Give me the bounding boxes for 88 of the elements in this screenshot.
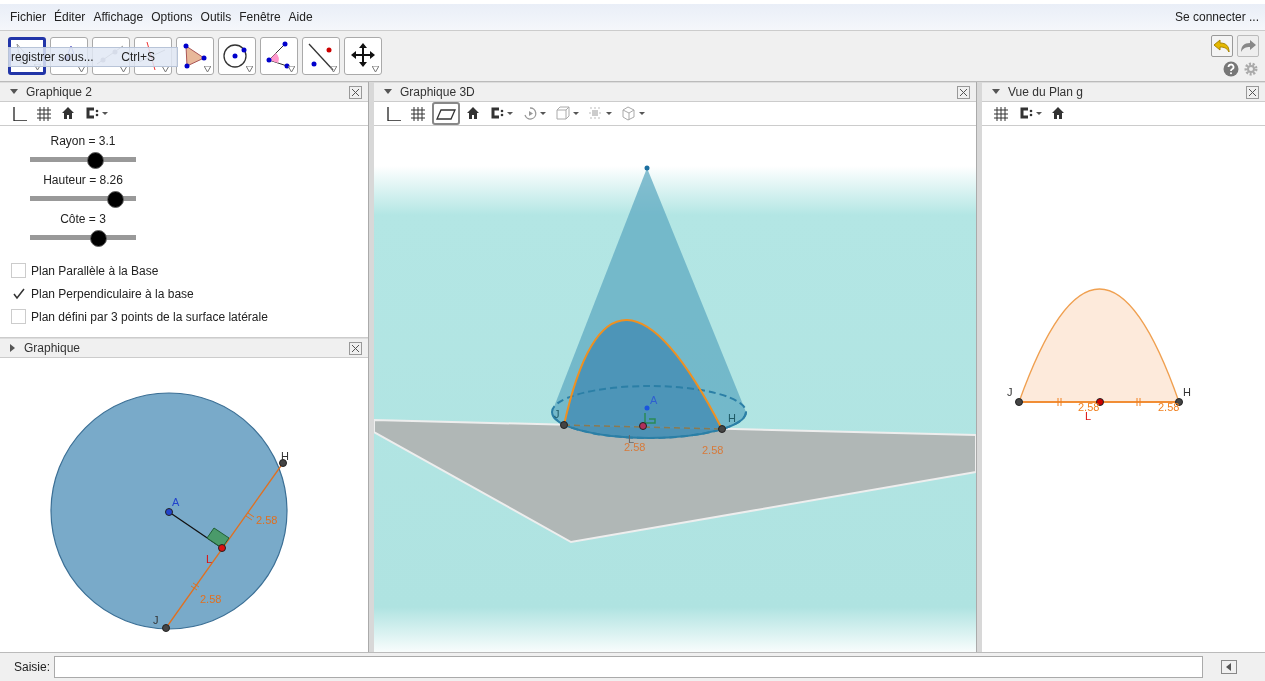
- redo-button[interactable]: [1237, 35, 1259, 57]
- panel-title: Graphique 2: [26, 85, 94, 99]
- tooltip-text: registrer sous...: [11, 50, 94, 64]
- panel-title: Graphique 3D: [400, 85, 476, 99]
- plane-icon[interactable]: [432, 102, 460, 125]
- tool-button[interactable]: [344, 37, 382, 75]
- point-label: J: [1007, 386, 1013, 398]
- triangle-icon: [10, 89, 18, 95]
- checkbox[interactable]: [11, 263, 26, 278]
- keyboard-button[interactable]: [1221, 660, 1237, 674]
- slider-label: Hauteur = 8.26: [43, 173, 123, 187]
- input-field[interactable]: [54, 656, 1203, 678]
- point: [279, 459, 287, 467]
- point-label: J: [153, 614, 159, 626]
- point: [162, 624, 170, 632]
- caret-icon: [246, 66, 253, 72]
- menu-item[interactable]: Aide: [287, 10, 314, 24]
- toggle-button[interactable]: [992, 89, 1000, 95]
- login-link[interactable]: Se connecter ...: [1174, 10, 1265, 24]
- input-label: Saisie:: [14, 660, 51, 674]
- tool-button[interactable]: [218, 37, 256, 75]
- slider-thumb[interactable]: [89, 230, 107, 247]
- checkbox[interactable]: [11, 309, 26, 324]
- tool-button[interactable]: [260, 37, 298, 75]
- point: [644, 405, 650, 411]
- menu-item[interactable]: Fichier: [9, 10, 47, 24]
- undo-icon: [1213, 38, 1231, 54]
- menu-item[interactable]: Options: [150, 10, 194, 24]
- close-button[interactable]: [349, 341, 363, 355]
- help-icon[interactable]: [1223, 61, 1239, 77]
- menu-item[interactable]: Outils: [199, 10, 233, 24]
- caret-icon: [288, 66, 295, 72]
- caret-icon: [204, 66, 211, 72]
- caret-icon: [372, 66, 379, 72]
- close-icon: [1248, 87, 1257, 97]
- tool-button[interactable]: [302, 37, 340, 75]
- length-label: 2.58: [1158, 401, 1180, 413]
- close-icon: [959, 87, 968, 97]
- point: [218, 544, 226, 552]
- triangle-icon: [992, 89, 1000, 95]
- checkbox-label: Plan Perpendiculaire à la base: [31, 286, 194, 301]
- close-button[interactable]: [1246, 85, 1259, 99]
- slider-thumb[interactable]: [106, 191, 124, 208]
- point-label: H: [281, 450, 289, 462]
- point-label: A: [172, 496, 180, 508]
- point: [560, 421, 568, 429]
- menu-item[interactable]: Éditer: [53, 10, 87, 24]
- point: [1015, 398, 1023, 406]
- undo-button[interactable]: [1211, 35, 1233, 57]
- length-label: 2.58: [200, 593, 222, 605]
- menu-item[interactable]: Fenêtre: [238, 10, 282, 24]
- checkbox-label: Plan défini par 3 points de la surface latérale: [31, 309, 268, 324]
- length-label: 2.58: [1078, 401, 1100, 413]
- point-label: J: [554, 408, 560, 420]
- point-label: L: [1085, 410, 1092, 422]
- slider-thumb[interactable]: [86, 152, 104, 169]
- point: [639, 422, 647, 430]
- menu-item[interactable]: Affichage: [92, 10, 145, 24]
- shortcut-text: Ctrl+S: [121, 50, 155, 64]
- triangle-icon: [10, 344, 16, 352]
- point-label: L: [206, 553, 213, 565]
- close-button[interactable]: [349, 85, 363, 99]
- point: [165, 508, 173, 516]
- tool-button[interactable]: [176, 37, 214, 75]
- axis-marker: [644, 412, 656, 424]
- slider-label: Côte = 3: [60, 212, 106, 226]
- toggle-button[interactable]: [10, 344, 16, 352]
- point: [718, 425, 726, 433]
- right-angle-mark: [206, 527, 230, 549]
- slider-label: Rayon = 3.1: [50, 134, 116, 148]
- toggle-button[interactable]: [384, 89, 392, 95]
- point-label: H: [728, 412, 736, 424]
- length-label: 2.58: [256, 514, 278, 526]
- caret-icon: [120, 66, 127, 72]
- caret-icon: [78, 66, 85, 72]
- close-icon: [351, 343, 361, 353]
- panel-title: Vue du Plan g: [1008, 85, 1084, 99]
- triangle-icon: [384, 89, 392, 95]
- toggle-button[interactable]: [10, 89, 18, 95]
- caret-icon: [162, 66, 169, 72]
- close-icon: [351, 87, 361, 97]
- close-button[interactable]: [957, 85, 970, 99]
- redo-icon: [1239, 38, 1257, 54]
- point-label: H: [1183, 386, 1191, 398]
- caret-icon: [330, 66, 337, 72]
- length-label: 2.58: [702, 444, 724, 456]
- panel-title: Graphique: [24, 341, 82, 355]
- checkbox-label: Plan Parallèle à la Base: [31, 263, 159, 278]
